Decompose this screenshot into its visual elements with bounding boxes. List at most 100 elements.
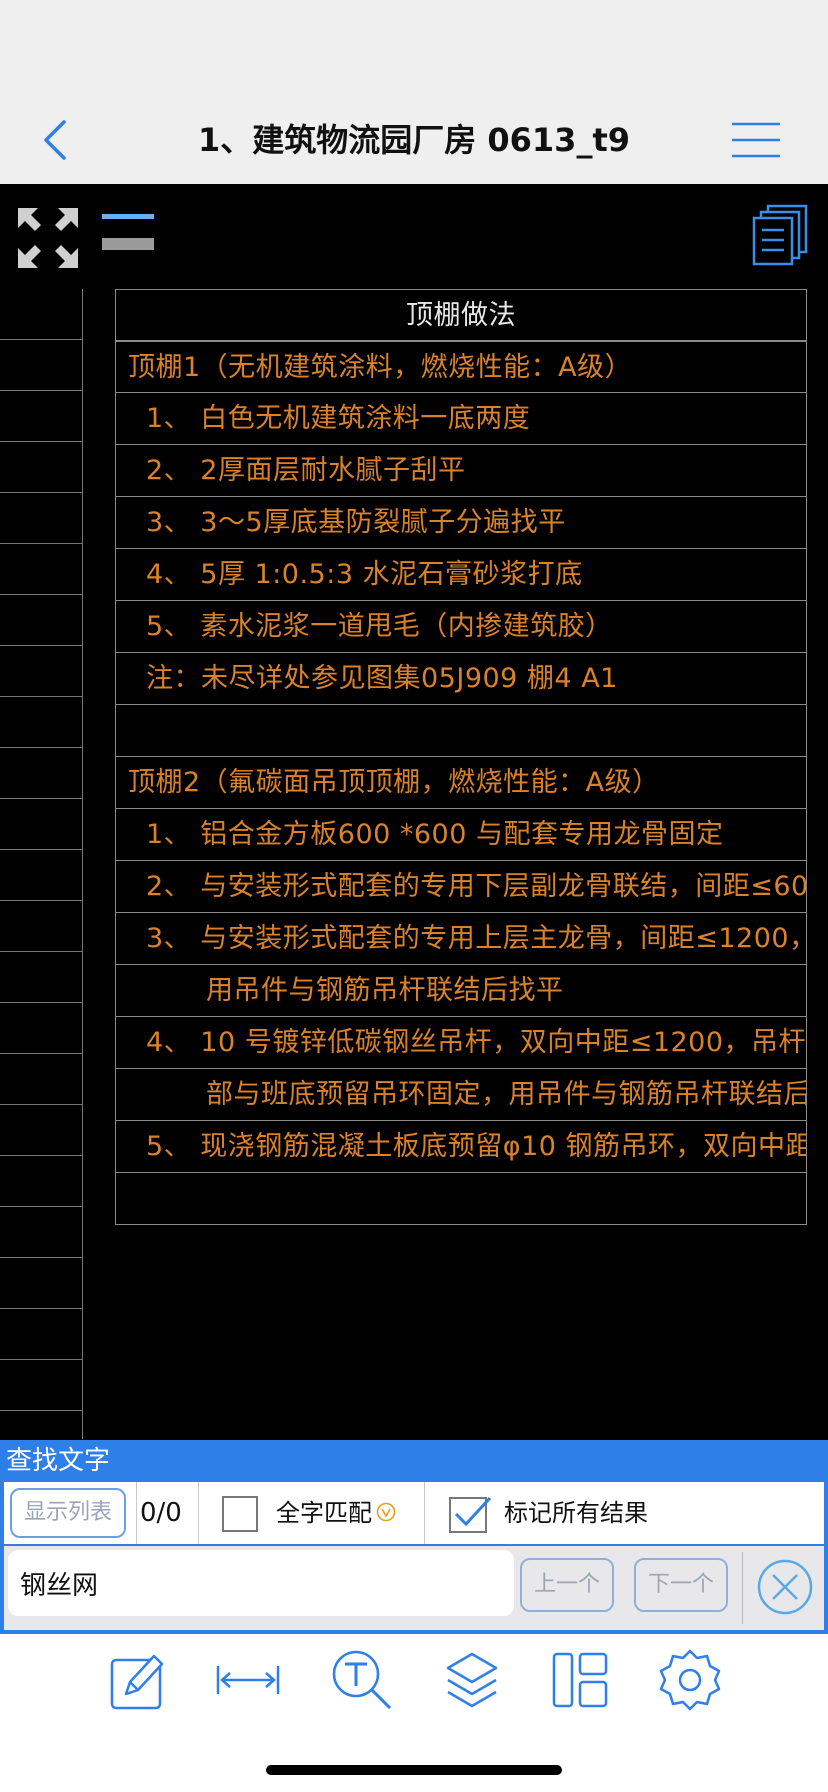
line-weight-icon — [102, 214, 154, 250]
table-row: 顶棚2（氟碳面吊顶顶棚，燃烧性能：A级） — [115, 757, 807, 809]
left-table-column — [0, 289, 83, 1439]
left-grid-cell — [0, 391, 82, 442]
previous-result-button[interactable]: 上一个 — [520, 1558, 614, 1612]
table-row: 顶棚1（无机建筑涂料，燃烧性能：A级） — [115, 341, 807, 393]
layers-icon — [446, 1652, 498, 1708]
pages-stack-icon — [752, 204, 808, 266]
spec-line-text: 1、 铝合金方板600 *600 与配套专用龙骨固定 — [146, 819, 724, 850]
left-grid-cell — [0, 289, 82, 340]
status-bar — [0, 0, 828, 100]
left-grid-cell — [0, 1207, 82, 1258]
whole-word-checkbox[interactable] — [222, 1496, 258, 1532]
table-row-blank — [115, 1173, 807, 1225]
table-row: 5、 现浇钢筋混凝土板底预留φ10 钢筋吊环，双向中距≤1200 — [115, 1121, 807, 1173]
spec-line-text: 2、 与安装形式配套的专用下层副龙骨联结，间距≤600 — [146, 871, 807, 902]
table-row: 1、 铝合金方板600 *600 与配套专用龙骨固定 — [115, 809, 807, 861]
spec-line-text: 3、 3～5厚底基防裂腻子分遍找平 — [146, 507, 566, 538]
left-grid-cell — [0, 1156, 82, 1207]
table-row: 用吊件与钢筋吊杆联结后找平 — [115, 965, 807, 1017]
left-grid-cell — [0, 1258, 82, 1309]
table-title: 顶棚做法 — [406, 300, 516, 331]
ceiling-type-heading: 顶棚2（氟碳面吊顶顶棚，燃烧性能：A级） — [128, 767, 660, 798]
left-grid-cell — [0, 799, 82, 850]
divider — [742, 1552, 743, 1624]
table-row: 2、 与安装形式配套的专用下层副龙骨联结，间距≤600 — [115, 861, 807, 913]
show-list-button[interactable]: 显示列表 — [10, 1488, 126, 1538]
hamburger-menu-icon — [732, 122, 780, 158]
left-grid-cell — [0, 544, 82, 595]
whole-word-label: 全字匹配 — [276, 1499, 372, 1527]
left-grid-cell — [0, 1360, 82, 1411]
find-text-panel: 查找文字 显示列表 0/0 全字匹配 标记所有结果 上一个 下一个 — [0, 1440, 828, 1634]
layers-button[interactable] — [440, 1648, 504, 1712]
measure-button[interactable] — [216, 1648, 280, 1712]
find-panel-title: 查找文字 — [6, 1446, 111, 1476]
table-row: 1、 白色无机建筑涂料一底两度 — [115, 393, 807, 445]
home-indicator — [266, 1765, 562, 1775]
settings-button[interactable] — [658, 1648, 722, 1712]
divider — [198, 1482, 199, 1544]
left-grid-cell — [0, 748, 82, 799]
left-grid-cell — [0, 493, 82, 544]
text-search-button[interactable] — [330, 1648, 394, 1712]
chevron-left-icon — [44, 120, 66, 160]
spec-line-text: 3、 与安装形式配套的专用上层主龙骨，间距≤1200， — [146, 923, 807, 954]
left-grid-cell — [0, 1054, 82, 1105]
table-row: 3、 3～5厚底基防裂腻子分遍找平 — [115, 497, 807, 549]
spec-line-text: 1、 白色无机建筑涂料一底两度 — [146, 403, 531, 434]
back-button[interactable] — [36, 116, 76, 164]
fullscreen-button[interactable] — [16, 206, 80, 270]
find-search-row: 上一个 下一个 — [4, 1546, 824, 1630]
page-title: 1、建筑物流园厂房 0613_t9 — [197, 121, 631, 159]
text-search-icon — [332, 1650, 392, 1710]
checkmark-icon — [449, 1496, 492, 1533]
table-row: 4、 5厚 1:0.5:3 水泥石膏砂浆打底 — [115, 549, 807, 601]
expand-arrows-icon — [18, 208, 78, 268]
line-weight-toggle[interactable] — [100, 212, 156, 256]
spec-line-text: 4、 10 号镀锌低碳钢丝吊杆，双向中距≤1200，吊杆上 — [146, 1027, 807, 1058]
drawing-canvas[interactable]: 顶棚做法 顶棚1（无机建筑涂料，燃烧性能：A级） 1、 白色无机建筑涂料一底两度 2… — [0, 184, 828, 1440]
left-grid-cell — [0, 595, 82, 646]
edit-icon — [110, 1654, 164, 1710]
spec-line-text: 注：未尽详处参见图集05J909 棚4 A1 — [146, 663, 618, 694]
spec-line-text: 4、 5厚 1:0.5:3 水泥石膏砂浆打底 — [146, 559, 583, 590]
close-find-button[interactable] — [756, 1558, 814, 1616]
left-grid-cell — [0, 901, 82, 952]
mark-all-checkbox[interactable] — [448, 1494, 492, 1534]
info-circle-icon[interactable] — [376, 1502, 396, 1522]
left-grid-cell — [0, 340, 82, 391]
table-row: 注：未尽详处参见图集05J909 棚4 A1 — [115, 653, 807, 705]
table-title-row: 顶棚做法 — [115, 289, 807, 341]
left-grid-cell — [0, 850, 82, 901]
edit-button[interactable] — [106, 1648, 170, 1712]
left-grid-cell — [0, 442, 82, 493]
spec-line-text: 部与班底预留吊环固定，用吊件与钢筋吊杆联结后找平 — [206, 1079, 807, 1110]
spec-line-text: 5、 现浇钢筋混凝土板底预留φ10 钢筋吊环，双向中距≤1200 — [146, 1131, 806, 1162]
left-grid-cell — [0, 1309, 82, 1360]
layout-icon — [552, 1652, 608, 1708]
menu-button[interactable] — [730, 118, 782, 162]
ceiling-type-heading: 顶棚1（无机建筑涂料，燃烧性能：A级） — [128, 352, 633, 383]
table-row: 2、 2厚面层耐水腻子刮平 — [115, 445, 807, 497]
settings-gear-icon — [659, 1649, 721, 1711]
layouts-button[interactable] — [752, 204, 810, 266]
table-row: 4、 10 号镀锌低碳钢丝吊杆，双向中距≤1200，吊杆上 — [115, 1017, 807, 1069]
search-input[interactable] — [8, 1550, 514, 1616]
spec-line-text: 2、 2厚面层耐水腻子刮平 — [146, 455, 466, 486]
spec-line-text: 用吊件与钢筋吊杆联结后找平 — [206, 975, 564, 1006]
left-grid-cell — [0, 697, 82, 748]
table-row: 部与班底预留吊环固定，用吊件与钢筋吊杆联结后找平 — [115, 1069, 807, 1121]
layout-button[interactable] — [548, 1648, 612, 1712]
table-row: 3、 与安装形式配套的专用上层主龙骨，间距≤1200， — [115, 913, 807, 965]
divider — [136, 1482, 137, 1544]
divider — [424, 1482, 425, 1544]
measure-icon — [216, 1666, 280, 1694]
next-result-button[interactable]: 下一个 — [634, 1558, 728, 1612]
left-grid-cell — [0, 1105, 82, 1156]
close-circle-icon — [757, 1559, 813, 1615]
mark-all-label: 标记所有结果 — [504, 1499, 648, 1527]
find-options-row: 显示列表 0/0 全字匹配 标记所有结果 — [4, 1482, 824, 1544]
table-row: 5、 素水泥浆一道甩毛（内掺建筑胶） — [115, 601, 807, 653]
result-count: 0/0 — [140, 1498, 182, 1528]
ceiling-spec-table: 顶棚做法 顶棚1（无机建筑涂料，燃烧性能：A级） 1、 白色无机建筑涂料一底两度 2… — [115, 289, 807, 1225]
